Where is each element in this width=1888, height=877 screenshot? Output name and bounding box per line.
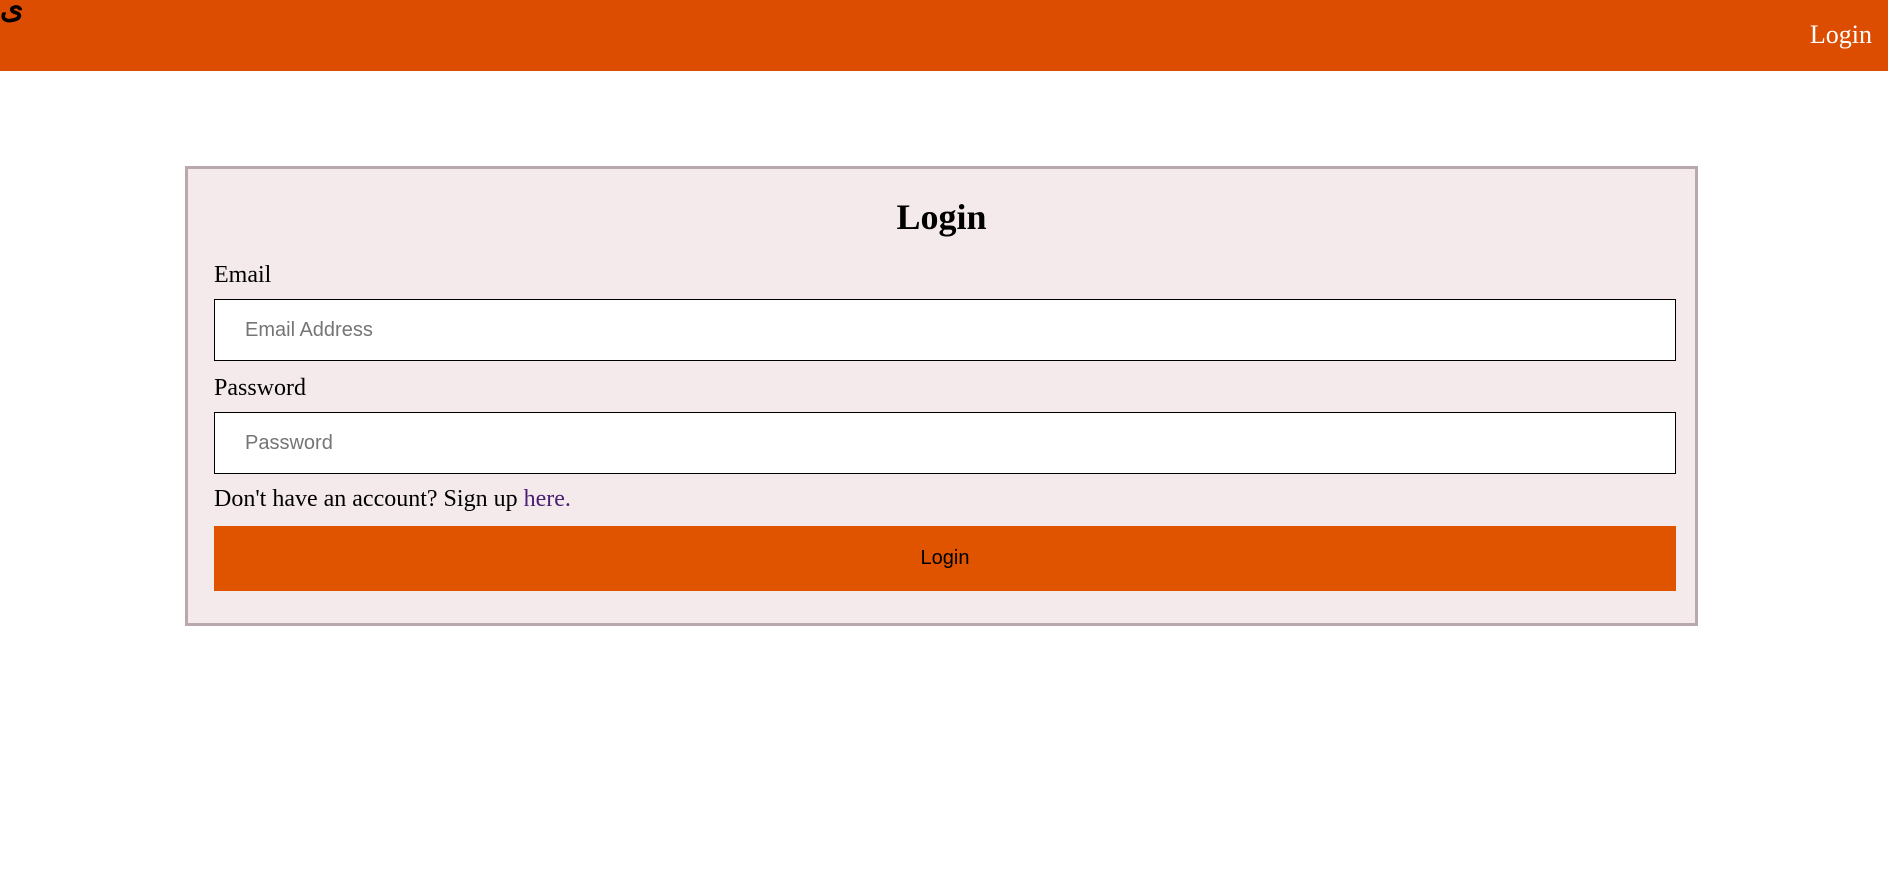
brand-logo[interactable]: ى bbox=[0, 0, 23, 24]
top-navbar: ى Login bbox=[0, 0, 1888, 71]
nav-login-link[interactable]: Login bbox=[1810, 18, 1872, 52]
signup-prompt: Don't have an account? Sign up here. bbox=[214, 484, 571, 514]
login-card: Login Email Password Don't have an accou… bbox=[185, 166, 1698, 626]
login-title: Login bbox=[896, 197, 987, 237]
signup-link[interactable]: here. bbox=[524, 486, 571, 512]
email-label: Email bbox=[214, 262, 272, 288]
signup-prompt-text: Don't have an account? Sign up bbox=[214, 486, 524, 512]
password-label: Password bbox=[214, 375, 307, 401]
email-input[interactable] bbox=[214, 299, 1676, 361]
password-input[interactable] bbox=[214, 412, 1676, 474]
login-submit-button[interactable]: Login bbox=[214, 526, 1676, 591]
